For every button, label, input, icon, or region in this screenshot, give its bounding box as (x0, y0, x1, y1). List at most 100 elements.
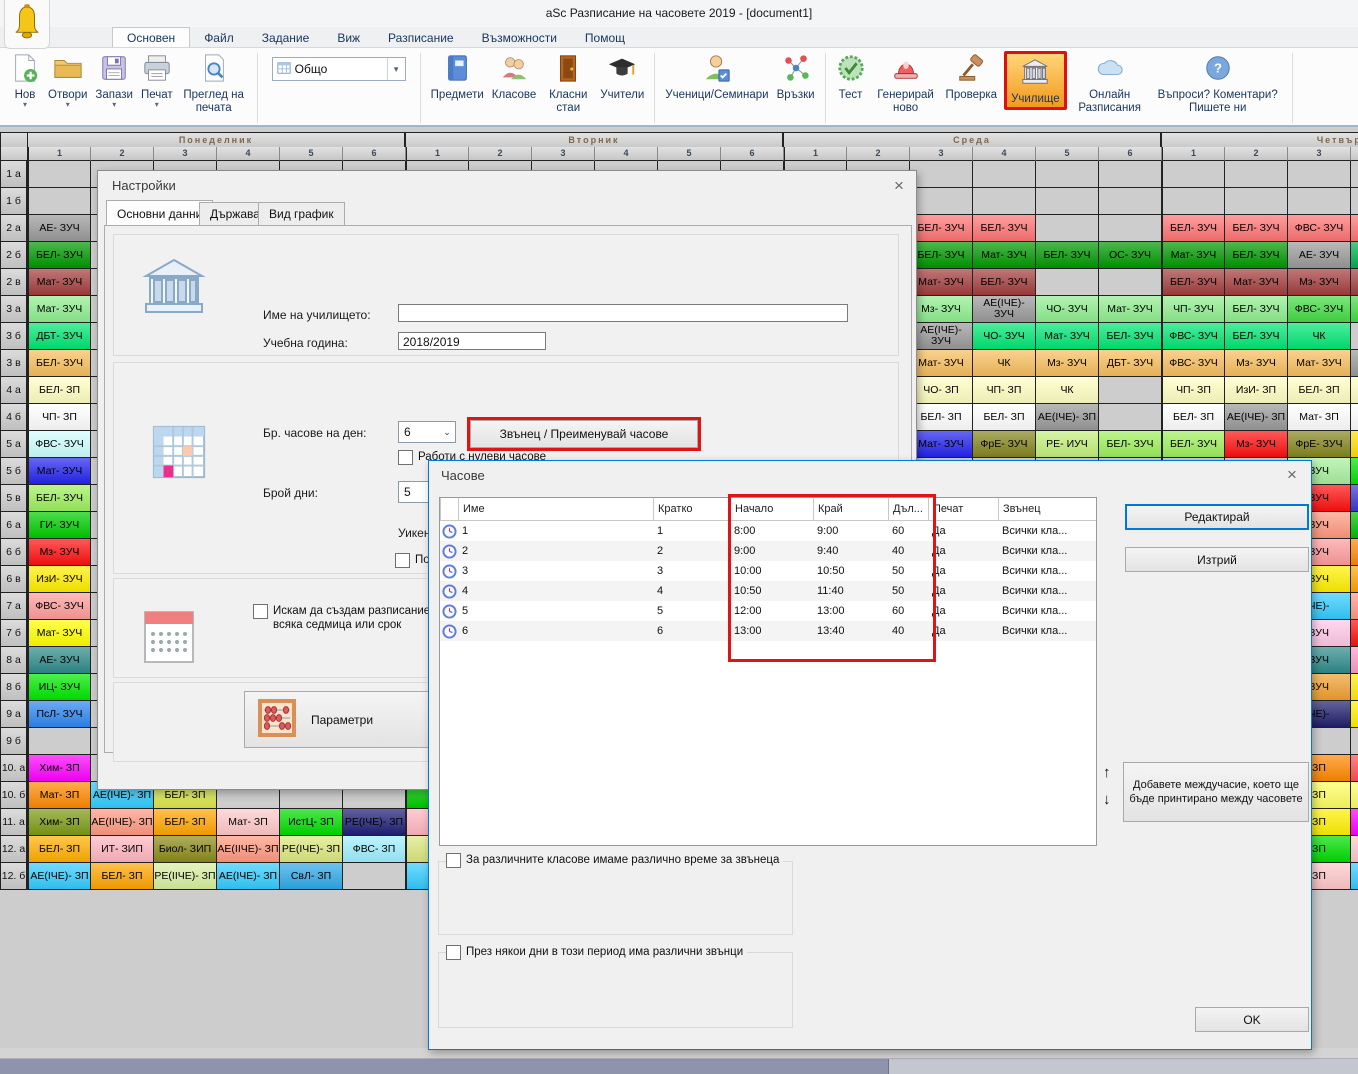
lesson-cell[interactable] (1351, 458, 1358, 485)
lesson-cell[interactable]: АЕ(IЧЕ)- ЗП (28, 863, 91, 890)
lesson-cell[interactable] (910, 161, 973, 188)
class-row-label[interactable]: 10. б (0, 782, 28, 809)
lesson-cell[interactable] (1036, 215, 1099, 242)
lesson-cell[interactable] (1351, 161, 1358, 188)
lesson-cell[interactable] (1351, 188, 1358, 215)
lesson-cell[interactable]: БЕЛ- ЗУЧ (1225, 242, 1288, 269)
lesson-cell[interactable]: Хим- ЗП (28, 755, 91, 782)
lesson-cell[interactable]: ФВС- ЗУЧ (1288, 296, 1351, 323)
lesson-cell[interactable] (1288, 188, 1351, 215)
dropdown-caret-icon[interactable]: ▾ (112, 102, 116, 108)
dropdown-caret-icon[interactable]: ▾ (23, 102, 27, 108)
class-row-label[interactable]: 7 а (0, 593, 28, 620)
lesson-cell[interactable] (1099, 377, 1162, 404)
lesson-cell[interactable] (1351, 215, 1358, 242)
lesson-cell[interactable]: ИзИ- ЗП (1225, 377, 1288, 404)
print-button[interactable]: Печат▾ (138, 51, 176, 110)
lesson-cell[interactable]: ЧО- ЗУЧ (973, 323, 1036, 350)
lesson-cell[interactable] (910, 188, 973, 215)
lesson-cell[interactable]: ЧК (1036, 377, 1099, 404)
edit-button[interactable]: Редактирай (1125, 504, 1309, 530)
lesson-cell[interactable]: ИзИ- ЗУЧ (28, 566, 91, 593)
class-row-label[interactable]: 3 б (0, 323, 28, 350)
lesson-cell[interactable]: ФВС- ЗУЧ (28, 593, 91, 620)
lesson-cell[interactable]: ЧП- ЗП (28, 404, 91, 431)
period-row[interactable]: 4410:5011:4050ДаВсички кла... (440, 581, 1096, 601)
lesson-cell[interactable]: Биол- ЗИП (154, 836, 217, 863)
lesson-cell[interactable] (1225, 188, 1288, 215)
lesson-cell[interactable]: АЕ(IЧЕ)- ЗУЧ (910, 323, 973, 350)
lesson-cell[interactable]: АЕ- ЗУЧ (1288, 242, 1351, 269)
lesson-cell[interactable] (1351, 620, 1358, 647)
ok-button[interactable]: OK (1195, 1007, 1309, 1032)
lesson-cell[interactable]: ФВС- ЗУЧ (1288, 215, 1351, 242)
lesson-cell[interactable] (973, 188, 1036, 215)
add-break-button[interactable]: Добавете междучасие, което ще бъде принт… (1123, 762, 1309, 822)
class-row-label[interactable]: 6 б (0, 539, 28, 566)
view-combobox[interactable]: Общо ▾ (272, 57, 406, 81)
close-icon[interactable]: × (886, 176, 912, 196)
lesson-cell[interactable]: РЕ- ИУЧ (1036, 431, 1099, 458)
tab-vizh[interactable]: Виж (323, 28, 374, 47)
lesson-cell[interactable]: БЕЛ- ЗУЧ (1162, 431, 1225, 458)
lesson-cell[interactable]: БЕЛ- ЗП (1288, 377, 1351, 404)
lesson-cell[interactable]: БЕЛ- ЗУЧ (1162, 215, 1225, 242)
lesson-cell[interactable] (1351, 566, 1358, 593)
lesson-cell[interactable]: БЕЛ- ЗУЧ (28, 242, 91, 269)
lesson-cell[interactable]: ЧК (1288, 323, 1351, 350)
move-up-icon[interactable]: ↑ (1103, 764, 1111, 781)
lesson-cell[interactable]: Мат- ЗУЧ (28, 296, 91, 323)
lesson-cell[interactable]: ИстЦ- ЗП (280, 809, 343, 836)
teachers-button[interactable]: Учители (597, 51, 647, 104)
lesson-cell[interactable] (1351, 377, 1358, 404)
lesson-cell[interactable]: ЧП- ЗУЧ (1162, 296, 1225, 323)
lesson-cell[interactable]: БЕЛ- ЗУЧ (1225, 215, 1288, 242)
lesson-cell[interactable]: БЕЛ- ЗУЧ (973, 215, 1036, 242)
lesson-cell[interactable] (1351, 296, 1358, 323)
lesson-cell[interactable]: БЕЛ- ЗУЧ (1162, 269, 1225, 296)
lesson-cell[interactable]: АЕ(IЧЕ)- ЗП (1036, 404, 1099, 431)
lesson-cell[interactable] (1351, 350, 1358, 377)
generate-new-button[interactable]: Генерирай ново (871, 51, 941, 117)
lesson-cell[interactable]: ФВС- ЗП (343, 836, 406, 863)
lesson-cell[interactable]: АЕ(IIЧЕ)- ЗП (217, 836, 280, 863)
lesson-cell[interactable] (1099, 215, 1162, 242)
lesson-cell[interactable]: Мат- ЗУЧ (1162, 242, 1225, 269)
questions-comments-button[interactable]: ? Въпроси? Коментари? Пишете ни (1151, 51, 1285, 117)
lesson-cell[interactable]: БЕЛ- ЗУЧ (28, 485, 91, 512)
lesson-cell[interactable] (1036, 269, 1099, 296)
test-button[interactable]: Тест (833, 51, 869, 104)
period-row[interactable]: 5512:0013:0060ДаВсички кла... (440, 601, 1096, 621)
classes-button[interactable]: Класове (489, 51, 539, 104)
class-row-label[interactable]: 9 б (0, 728, 28, 755)
lesson-cell[interactable]: БЕЛ- ЗП (1162, 404, 1225, 431)
lesson-cell[interactable]: Мз- ЗУЧ (1288, 269, 1351, 296)
periods-per-day-select[interactable]: 6⌄ (398, 421, 456, 443)
lesson-cell[interactable]: Мат- ЗУЧ (28, 620, 91, 647)
class-row-label[interactable]: 3 а (0, 296, 28, 323)
lesson-cell[interactable] (1351, 242, 1358, 269)
lesson-cell[interactable]: ЧП- ЗП (1162, 377, 1225, 404)
classrooms-button[interactable]: Класни стаи (541, 51, 595, 117)
lesson-cell[interactable]: ФрЕ- ЗУЧ (973, 431, 1036, 458)
class-row-label[interactable]: 2 в (0, 269, 28, 296)
lesson-cell[interactable]: ЧК (973, 350, 1036, 377)
lesson-cell[interactable]: БЕЛ- ЗУЧ (1225, 323, 1288, 350)
lesson-cell[interactable]: БЕЛ- ЗУЧ (1036, 242, 1099, 269)
class-row-label[interactable]: 6 а (0, 512, 28, 539)
lesson-cell[interactable] (1225, 161, 1288, 188)
lesson-cell[interactable]: АЕ- ЗУЧ (28, 215, 91, 242)
lesson-cell[interactable] (1351, 674, 1358, 701)
lesson-cell[interactable] (1351, 593, 1358, 620)
lesson-cell[interactable]: БЕЛ- ЗУЧ (1099, 431, 1162, 458)
class-row-label[interactable]: 5 в (0, 485, 28, 512)
online-timetables-button[interactable]: Онлайн Разписания (1071, 51, 1149, 117)
lesson-cell[interactable]: АЕ(IЧЕ)- ЗУЧ (973, 296, 1036, 323)
lesson-cell[interactable] (1162, 161, 1225, 188)
lesson-cell[interactable] (1351, 431, 1358, 458)
app-logo-tab[interactable] (4, 0, 50, 49)
lesson-cell[interactable]: Мат- ЗУЧ (1036, 323, 1099, 350)
lesson-cell[interactable]: АЕ(IЧЕ)- ЗП (1225, 404, 1288, 431)
lesson-cell[interactable]: Мат- ЗП (217, 809, 280, 836)
lesson-cell[interactable]: АЕ- ЗУЧ (28, 647, 91, 674)
